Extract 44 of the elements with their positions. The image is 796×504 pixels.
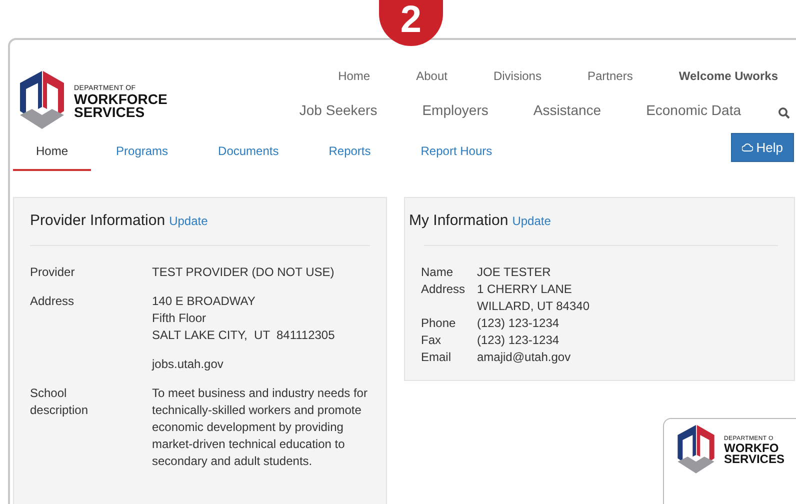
logo-text: SERVICES — [724, 454, 784, 465]
field-value: amajid@utah.gov — [477, 349, 571, 366]
nav-link[interactable]: Divisions — [493, 69, 542, 83]
field-value: SALT LAKE CITY, UT 841112305 — [152, 327, 335, 344]
update-link[interactable]: Update — [512, 214, 551, 228]
field-label: Phone — [421, 316, 456, 330]
field-label: Address — [30, 293, 76, 310]
field-label: Address — [421, 282, 466, 296]
nav-link[interactable]: Economic Data — [646, 102, 741, 118]
field-label: School description — [30, 385, 90, 419]
field-label: Provider — [30, 264, 76, 281]
field-value: jobs.utah.gov — [152, 356, 224, 373]
tab[interactable]: Report Hours — [396, 136, 518, 171]
nav-link[interactable]: Partners — [587, 69, 633, 83]
field-value: (123) 123-1234 — [477, 332, 560, 349]
field-value: Fifth Floor — [152, 310, 208, 327]
tab[interactable]: Reports — [304, 136, 396, 171]
logo-text: WORKFORCE — [74, 92, 168, 106]
field-label: Fax — [421, 333, 442, 347]
tab[interactable]: Programs — [91, 136, 194, 171]
step-badge: 2 — [379, 0, 443, 46]
nav-link[interactable]: Home — [338, 69, 370, 83]
field-value: TEST PROVIDER (DO NOT USE) — [152, 264, 334, 281]
field-value: WILLARD, UT 84340 — [477, 298, 590, 315]
nav-link[interactable]: Employers — [422, 102, 488, 118]
panel-title: My Information — [409, 212, 508, 229]
field-value: 140 E BROADWAY — [152, 293, 256, 310]
update-link[interactable]: Update — [169, 214, 208, 228]
logo-text: SERVICES — [74, 106, 145, 118]
tab[interactable]: Home — [13, 136, 92, 171]
description-text: To meet business and industry needs for technically-skilled workers and promote economic development by providing market-driven technical education to secondary and adult students. — [152, 385, 368, 470]
field-label: Name — [421, 265, 454, 279]
field-value: (123) 123-1234 — [477, 315, 560, 332]
logo-text: WORKFO — [724, 443, 779, 454]
panel-title: Provider Information — [30, 212, 166, 229]
tab[interactable]: Documents — [193, 136, 304, 171]
field-value: JOE TESTER — [477, 264, 551, 281]
nav-link[interactable]: Assistance — [533, 102, 602, 118]
field-label: Email — [421, 350, 452, 364]
nav-link[interactable]: Job Seekers — [299, 102, 378, 118]
welcome-text: Welcome Uworks — [678, 69, 778, 83]
field-value: 1 CHERRY LANE — [477, 281, 573, 298]
help-button[interactable]: Help — [731, 133, 794, 162]
nav-link[interactable]: About — [416, 69, 448, 83]
